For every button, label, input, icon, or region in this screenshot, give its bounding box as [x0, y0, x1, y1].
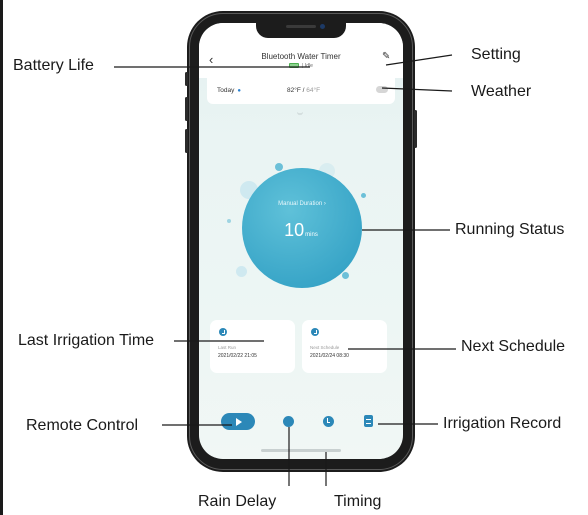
callout-remote-control: Remote Control	[26, 417, 139, 434]
leader-line-weather	[381, 87, 453, 92]
callout-setting: Setting	[471, 46, 521, 63]
callout-lines	[114, 54, 456, 486]
callout-irrigation-record: Irrigation Record	[443, 415, 562, 432]
callout-rain-delay: Rain Delay	[198, 493, 277, 510]
callout-next-schedule: Next Schedule	[461, 338, 566, 355]
callout-last-irrigation-time: Last Irrigation Time	[18, 332, 155, 349]
callout-battery-life: Battery Life	[13, 57, 94, 74]
callout-weather: Weather	[471, 83, 532, 100]
callout-timing: Timing	[334, 493, 382, 510]
callout-running-status: Running Status	[455, 221, 565, 238]
leader-line-setting	[385, 54, 453, 66]
